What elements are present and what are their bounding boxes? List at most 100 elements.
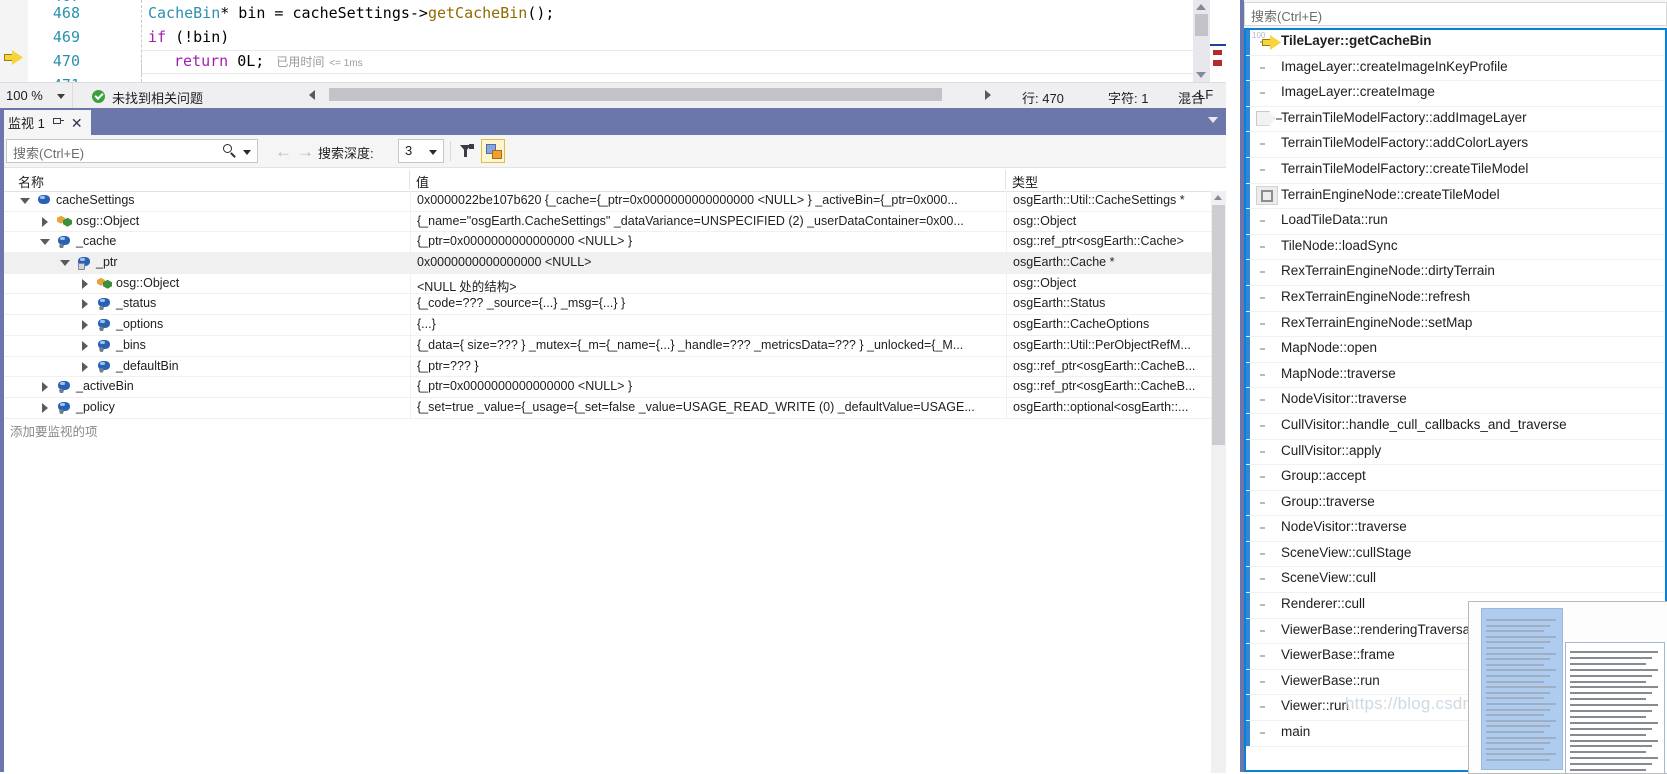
search-prev-button[interactable]: ←: [275, 143, 292, 160]
watch-cell-name[interactable]: _bins: [0, 336, 409, 356]
call-stack-frame[interactable]: RexTerrainEngineNode::dirtyTerrain: [1246, 260, 1665, 286]
expander-expand-icon[interactable]: [80, 278, 90, 289]
watch-cell-value[interactable]: {_code=??? _source={...} _msg={...} }: [410, 294, 1005, 315]
call-stack-frame[interactable]: NodeVisitor::traverse: [1246, 388, 1665, 414]
call-stack-frame[interactable]: SceneView::cullStage: [1246, 541, 1665, 568]
pin-icon[interactable]: [52, 116, 64, 129]
call-stack-frame[interactable]: NodeVisitor::traverse: [1246, 516, 1665, 542]
call-stack-frame[interactable]: TileNode::loadSync: [1246, 234, 1665, 261]
watch-cell-name[interactable]: osg::Object: [0, 274, 409, 294]
editor-glyph-margin[interactable]: [0, 0, 28, 82]
watch-cell-value[interactable]: {_ptr=0x0000000000000000 <NULL> }: [410, 377, 1005, 397]
scroll-left-arrow-icon[interactable]: [309, 90, 315, 100]
call-stack-frame[interactable]: CullVisitor::apply: [1246, 439, 1665, 466]
chevron-down-icon[interactable]: [57, 94, 65, 99]
expander-expand-icon[interactable]: [40, 382, 50, 393]
scroll-right-arrow-icon[interactable]: [985, 90, 991, 100]
call-stack-frame[interactable]: SceneView::cull: [1246, 567, 1665, 594]
column-divider[interactable]: [409, 170, 410, 189]
scroll-up-arrow-icon[interactable]: [1196, 4, 1206, 10]
column-header-type[interactable]: 类型: [1012, 172, 1038, 191]
search-next-button[interactable]: →: [297, 143, 314, 160]
chevron-down-icon[interactable]: [429, 150, 437, 155]
search-depth-combobox[interactable]: 3: [398, 139, 444, 163]
watch-row[interactable]: _policy {_set=true _value={_usage={_set=f…: [0, 397, 1211, 419]
close-icon[interactable]: ✕: [71, 116, 83, 130]
watch-cell-name[interactable]: _defaultBin: [0, 357, 409, 377]
editor-vertical-scrollbar[interactable]: [1193, 0, 1210, 82]
watch-row[interactable]: _defaultBin {_ptr=??? } osg::ref_ptr<osgEa…: [0, 356, 1211, 378]
watch-row[interactable]: _bins {_data={ size=??? } _mutex={_m={_na…: [0, 335, 1211, 357]
expander-collapse-icon[interactable]: [20, 196, 30, 206]
watch-vertical-scrollbar[interactable]: [1211, 191, 1226, 773]
call-stack-frame[interactable]: ImageLayer::createImageInKeyProfile: [1246, 55, 1665, 82]
scrollbar-thumb[interactable]: [1212, 205, 1225, 445]
watch-row[interactable]: osg::Object {_name="osgEarth.CacheSetting…: [0, 211, 1211, 233]
editor-code-area[interactable]: 467 468 469 470 471 CacheBin* bin = cach…: [28, 0, 1210, 82]
zoom-level-combobox[interactable]: 100 %: [0, 83, 73, 109]
scrollbar-thumb[interactable]: [1195, 14, 1208, 36]
watch-row[interactable]: _status {_code=??? _source={...} _msg={..…: [0, 294, 1211, 316]
expander-expand-icon[interactable]: [80, 340, 90, 351]
watch-row[interactable]: osg::Object <NULL 处的结构> osg::Object: [0, 273, 1211, 295]
watch-row[interactable]: _cache {_ptr=0x0000000000000000 <NULL> } o…: [0, 232, 1211, 254]
watch-cell-value[interactable]: 0x0000000000000000 <NULL>: [410, 253, 1005, 273]
watch-cell-name[interactable]: osg::Object: [0, 212, 409, 232]
watch-cell-name[interactable]: _options: [0, 315, 409, 335]
hex-display-button[interactable]: [481, 139, 505, 163]
chevron-down-icon[interactable]: [243, 150, 251, 155]
call-stack-frame[interactable]: MapNode::open: [1246, 337, 1665, 363]
add-watch-row[interactable]: 添加要监视的项: [0, 419, 1211, 439]
watch-row[interactable]: cacheSettings 0x0000022be107b620 {_cache=…: [0, 191, 1211, 212]
tab-watch-1[interactable]: 监视 1 ✕: [0, 110, 91, 135]
call-stack-frame[interactable]: RexTerrainEngineNode::setMap: [1246, 311, 1665, 338]
watch-cell-value[interactable]: {_name="osgEarth.CacheSettings" _dataVar…: [410, 211, 1005, 232]
column-divider[interactable]: [1005, 170, 1006, 189]
scroll-up-arrow-icon[interactable]: [1214, 195, 1222, 200]
watch-cell-value[interactable]: {...}: [410, 315, 1005, 335]
expander-collapse-icon[interactable]: [60, 258, 70, 268]
editor-annotation-margin[interactable]: [1210, 0, 1226, 82]
watch-cell-value[interactable]: {_data={ size=??? } _mutex={_m={_name={.…: [410, 335, 1005, 356]
editor-horizontal-scrollbar[interactable]: [305, 86, 995, 105]
annotation-mark-2[interactable]: [1213, 60, 1222, 66]
scrollbar-thumb[interactable]: [329, 88, 942, 101]
frame-expand-icon[interactable]: [1256, 185, 1278, 205]
watch-row[interactable]: _ptr 0x0000000000000000 <NULL> osgEarth::C…: [0, 253, 1211, 274]
watch-cell-value[interactable]: {_ptr=0x0000000000000000 <NULL> }: [410, 232, 1005, 253]
call-stack-frame[interactable]: 100 TileLayer::getCacheBin: [1246, 30, 1665, 56]
expander-expand-icon[interactable]: [40, 402, 50, 413]
watch-row[interactable]: _options {...} osgEarth::CacheOptions: [0, 315, 1211, 336]
watch-cell-name[interactable]: _ptr: [0, 253, 409, 273]
call-stack-frame[interactable]: TerrainTileModelFactory::createTileModel: [1246, 157, 1665, 184]
code-editor[interactable]: 467 468 469 470 471 CacheBin* bin = cach…: [0, 0, 1210, 82]
watch-cell-name[interactable]: _status: [0, 294, 409, 314]
call-stack-frame[interactable]: ImageLayer::createImage: [1246, 81, 1665, 107]
watch-table-body[interactable]: cacheSettings 0x0000022be107b620 {_cache=…: [0, 191, 1211, 773]
call-stack-frame[interactable]: CullVisitor::handle_cull_callbacks_and_t…: [1246, 413, 1665, 440]
call-stack-frame[interactable]: Group::accept: [1246, 465, 1665, 491]
column-header-name[interactable]: 名称: [18, 172, 44, 191]
watch-cell-name[interactable]: _cache: [0, 232, 409, 252]
call-stack-frame[interactable]: TerrainTileModelFactory::addImageLayer: [1246, 106, 1665, 133]
watch-cell-value[interactable]: {_ptr=??? }: [410, 356, 1005, 377]
call-stack-frame[interactable]: TerrainEngineNode::createTileModel: [1246, 183, 1665, 210]
expander-expand-icon[interactable]: [40, 216, 50, 227]
column-header-value[interactable]: 值: [416, 172, 429, 191]
call-stack-frame[interactable]: RexTerrainEngineNode::refresh: [1246, 285, 1665, 312]
call-stack-frame[interactable]: Group::traverse: [1246, 490, 1665, 517]
watch-cell-value[interactable]: {_set=true _value={_usage={_set=false _v…: [410, 397, 1005, 418]
watch-cell-name[interactable]: _policy: [0, 398, 409, 418]
expander-expand-icon[interactable]: [80, 299, 90, 310]
watch-row[interactable]: _activeBin {_ptr=0x0000000000000000 <NULL…: [0, 377, 1211, 398]
watch-search-input[interactable]: 搜索(Ctrl+E): [6, 139, 258, 163]
annotation-mark-1[interactable]: [1213, 50, 1222, 55]
call-stack-frame[interactable]: LoadTileData::run: [1246, 209, 1665, 235]
call-stack-search-input[interactable]: 搜索(Ctrl+E): [1244, 2, 1667, 26]
watch-cell-name[interactable]: _activeBin: [0, 377, 409, 397]
expander-expand-icon[interactable]: [80, 361, 90, 372]
call-stack-frame[interactable]: MapNode::traverse: [1246, 362, 1665, 389]
watch-cell-name[interactable]: cacheSettings: [0, 191, 409, 211]
scroll-down-arrow-icon[interactable]: [1196, 72, 1206, 78]
chevron-down-icon[interactable]: [1208, 117, 1218, 123]
